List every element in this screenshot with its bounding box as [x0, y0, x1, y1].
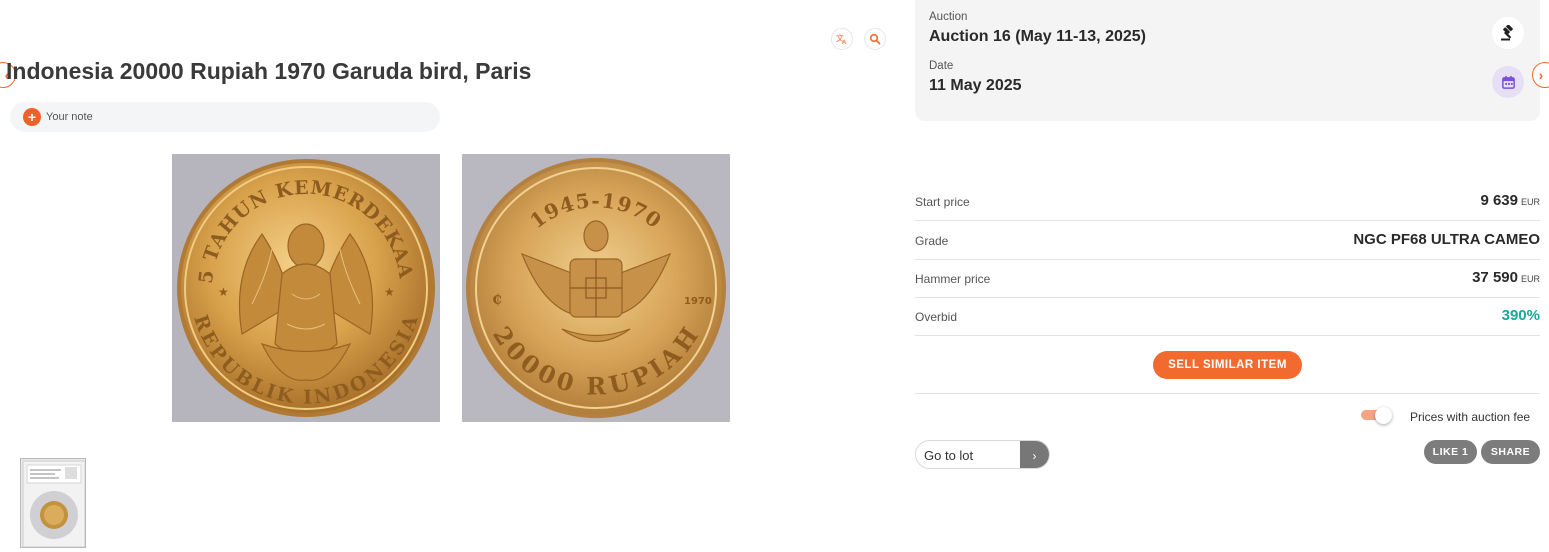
zoom-icon [869, 33, 881, 45]
detail-row-hammer-price: Hammer price 37 590 EUR [915, 260, 1540, 298]
auction-info-box: Auction Auction 16 (May 11-13, 2025) Dat… [915, 0, 1540, 121]
auction-fee-toggle[interactable] [1361, 407, 1393, 424]
grade-value: NGC PF68 ULTRA CAMEO [1353, 231, 1540, 248]
overbid-value: 390% [1501, 307, 1540, 324]
grade-label: Grade [915, 234, 949, 248]
lot-title: Indonesia 20000 Rupiah 1970 Garuda bird,… [6, 58, 532, 84]
start-price-value: 9 639 EUR [1480, 192, 1540, 209]
toggle-knob [1375, 407, 1392, 424]
plus-icon: + [23, 108, 41, 126]
start-price-currency: EUR [1520, 197, 1540, 207]
svg-text:★: ★ [218, 285, 229, 299]
date-value: 11 May 2025 [929, 77, 1022, 94]
reverse-year: 1970 [684, 296, 712, 307]
chevron-right-icon: › [1538, 67, 1544, 83]
auction-value[interactable]: Auction 16 (May 11-13, 2025) [929, 28, 1146, 46]
share-button[interactable]: SHARE [1481, 440, 1540, 464]
svg-text:★: ★ [384, 285, 395, 299]
translate-icon: 文 A [836, 33, 847, 45]
your-note-button[interactable]: + Your note [10, 102, 440, 132]
go-to-lot-submit[interactable]: › [1020, 441, 1049, 468]
overbid-label: Overbid [915, 310, 958, 324]
date-label: Date [929, 60, 954, 72]
svg-text:A: A [842, 39, 847, 45]
hammer-price-label: Hammer price [915, 272, 991, 286]
go-to-lot-input[interactable]: Go to lot [924, 448, 973, 463]
auction-fee-label: Prices with auction fee [1410, 410, 1531, 424]
coin-obverse-image[interactable]: 25 TAHUN KEMERDEKAAN REPUBLIK INDONESIA … [172, 154, 440, 422]
calendar-button[interactable] [1492, 66, 1524, 98]
zoom-button[interactable] [864, 28, 886, 50]
go-to-lot-field[interactable]: Go to lot › [915, 440, 1050, 469]
detail-row-overbid: Overbid 390% [915, 298, 1540, 336]
hammer-price-value: 37 590 EUR [1472, 269, 1540, 286]
like-button[interactable]: LIKE 1 [1424, 440, 1477, 464]
slab-thumbnail[interactable] [20, 458, 86, 548]
translate-button[interactable]: 文 A [831, 28, 853, 50]
hammer-price-currency: EUR [1520, 274, 1540, 284]
gavel-button[interactable] [1492, 17, 1524, 49]
your-note-label: Your note [46, 111, 93, 123]
start-price-label: Start price [915, 195, 970, 209]
calendar-icon [1501, 75, 1515, 89]
detail-row-start-price: Start price 9 639 EUR [915, 183, 1540, 221]
gavel-icon [1501, 25, 1513, 41]
auction-label: Auction [929, 11, 968, 23]
svg-text:₵: ₵ [492, 292, 502, 308]
sell-similar-button[interactable]: SELL SIMILAR ITEM [1153, 351, 1302, 379]
divider [915, 393, 1540, 394]
coin-reverse-image[interactable]: 1945-1970 20000 RUPIAH 1970 ₵ [462, 154, 730, 422]
detail-row-grade: Grade NGC PF68 ULTRA CAMEO [915, 222, 1540, 260]
